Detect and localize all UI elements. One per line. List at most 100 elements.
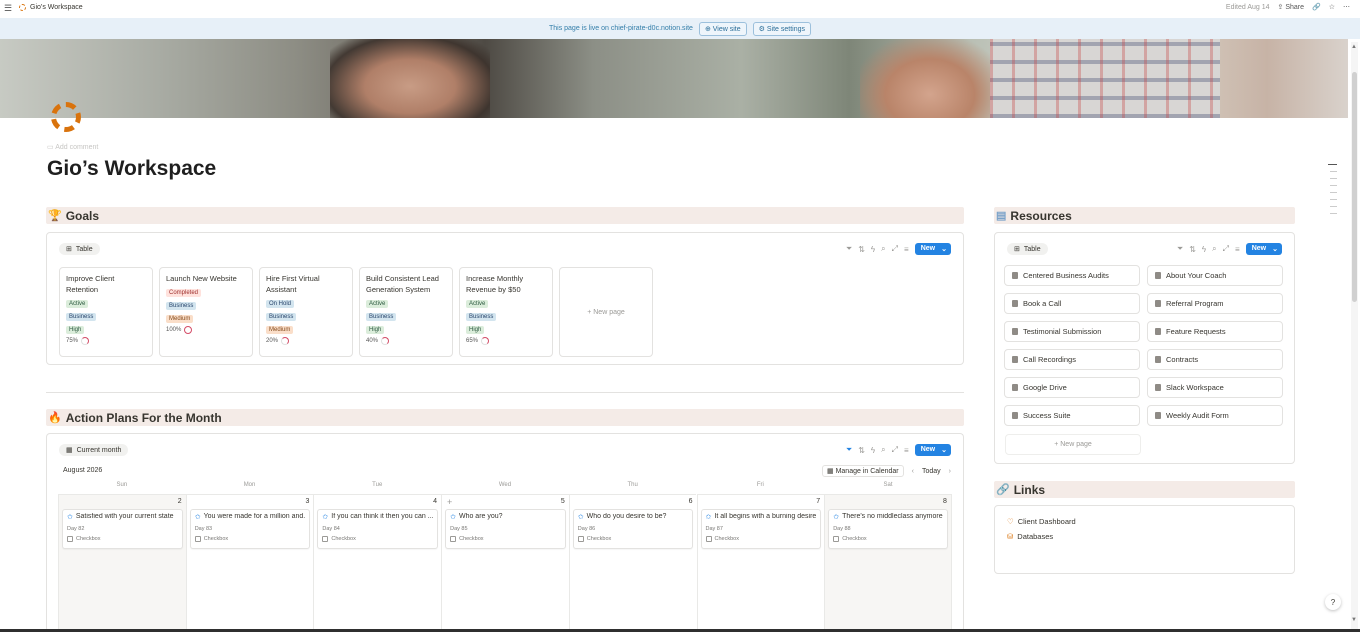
goals-new-button[interactable]: New ⌄ [914, 243, 951, 255]
resource-card[interactable]: Book a Call [1004, 293, 1140, 314]
calendar-event[interactable]: ✩ Who are you? Day 85 Checkbox [445, 509, 566, 549]
star-icon[interactable]: ☆ [1329, 3, 1335, 11]
calendar-event[interactable]: ✩ It all begins with a burning desire Day … [700, 509, 822, 549]
event-checkbox[interactable]: Checkbox [833, 536, 943, 542]
manage-calendar-button[interactable]: ▦ Manage in Calendar [822, 465, 904, 477]
page-icon [1012, 412, 1018, 419]
add-event-icon[interactable]: + [447, 497, 452, 507]
resource-card[interactable]: Referral Program [1147, 293, 1283, 314]
site-settings-label: Site settings [766, 25, 806, 33]
calendar-day-cell[interactable]: 8 ✩ There's no middleclass anymore Day 88 Ch… [824, 494, 952, 632]
search-icon[interactable]: ⌕ [881, 244, 885, 254]
calendar-view-tab[interactable]: ▦ Current month [59, 444, 129, 456]
scroll-down-icon[interactable]: ▼ [1351, 617, 1357, 623]
goal-card[interactable]: Improve Client Retention Active Business Hi… [59, 267, 153, 357]
resource-card[interactable]: Centered Business Audits [1004, 265, 1140, 286]
toc-line[interactable] [1330, 199, 1337, 200]
automation-icon[interactable]: ϟ [871, 446, 875, 455]
date-number: 3 [305, 498, 310, 505]
settings-icon[interactable]: ≡ [904, 245, 909, 254]
event-checkbox[interactable]: Checkbox [67, 536, 178, 542]
settings-icon[interactable]: ≡ [1235, 245, 1240, 254]
calendar-day-cell[interactable]: 3 ✩ You were made for a million and... Day … [185, 494, 314, 632]
calendar-day-cell[interactable]: 2 ✩ Satisfied with your current state Day 8… [58, 494, 186, 632]
filter-icon[interactable]: ⏷ [846, 445, 852, 455]
prev-month-icon[interactable]: ‹ [912, 468, 914, 475]
toc-line[interactable] [1330, 171, 1337, 172]
scrollbar-thumb[interactable] [1352, 72, 1357, 302]
next-month-icon[interactable]: › [949, 468, 951, 475]
search-icon[interactable]: ⌕ [1212, 244, 1216, 254]
site-settings-button[interactable]: ⚙ Site settings [752, 21, 812, 36]
link-icon[interactable]: 🔗 [1312, 3, 1321, 11]
breadcrumb[interactable]: Gio’s Workspace [19, 4, 83, 11]
goals-view-tab[interactable]: ⊞ Table [59, 243, 100, 255]
resources-new-page[interactable]: + New page [1005, 434, 1141, 455]
page-title[interactable]: Gio’s Workspace [47, 157, 216, 181]
calendar-day-cell[interactable]: 7 ✩ It all begins with a burning desire Day… [696, 494, 825, 632]
calendar-event[interactable]: ✩ If you can think it then you can ... Day… [317, 509, 439, 549]
view-site-button[interactable]: ⊕ View site [698, 21, 747, 36]
sort-icon[interactable]: ⇅ [858, 245, 865, 254]
resource-card[interactable]: Slack Workspace [1147, 377, 1283, 398]
expand-icon[interactable]: ⤢ [1223, 244, 1229, 254]
settings-icon[interactable]: ≡ [904, 446, 909, 455]
calendar-event[interactable]: ✩ There's no middleclass anymore Day 88 Che… [828, 509, 948, 549]
sort-icon[interactable]: ⇅ [1189, 245, 1196, 254]
event-checkbox[interactable]: Checkbox [194, 536, 306, 542]
resource-card[interactable]: Weekly Audit Form [1147, 405, 1283, 426]
goal-card[interactable]: Build Consistent Lead Generation System A… [359, 267, 453, 357]
expand-icon[interactable]: ⤢ [892, 445, 898, 455]
filter-icon[interactable]: ⏷ [1177, 244, 1183, 254]
calendar-icon: ▦ [66, 447, 73, 454]
toc-line[interactable] [1330, 206, 1337, 207]
resources-view-tab[interactable]: ⊞ Table [1007, 243, 1048, 255]
event-checkbox[interactable]: Checkbox [705, 536, 817, 542]
toc-line[interactable] [1328, 164, 1337, 165]
search-icon[interactable]: ⌕ [881, 445, 885, 455]
expand-icon[interactable]: ⤢ [892, 244, 898, 254]
goal-card[interactable]: Hire First Virtual Assistant On Hold Busin… [259, 267, 353, 357]
toc-line[interactable] [1330, 213, 1337, 214]
automation-icon[interactable]: ϟ [871, 245, 875, 254]
resource-card[interactable]: About Your Coach [1147, 265, 1283, 286]
calendar-day-cell[interactable]: 4 ✩ If you can think it then you can ... Da… [313, 494, 442, 632]
page-icon[interactable] [51, 102, 81, 132]
filter-icon[interactable]: ⏷ [846, 244, 852, 254]
page-icon [1155, 328, 1161, 335]
automation-icon[interactable]: ϟ [1202, 245, 1206, 254]
add-comment-label: Add comment [55, 144, 99, 151]
resources-new-button[interactable]: New ⌄ [1245, 243, 1282, 255]
resource-card[interactable]: Success Suite [1004, 405, 1140, 426]
toc-line[interactable] [1330, 178, 1337, 179]
resource-card[interactable]: Contracts [1147, 349, 1283, 370]
help-button[interactable]: ? [1325, 594, 1341, 610]
goals-new-page[interactable]: + New page [559, 267, 653, 357]
resource-card[interactable]: Google Drive [1004, 377, 1140, 398]
toc-line[interactable] [1330, 192, 1337, 193]
link-client-dashboard[interactable]: ♡ Client Dashboard [1007, 517, 1076, 526]
calendar-event[interactable]: ✩ Who do you desire to be? Day 86 Checkbox [572, 509, 694, 549]
goal-card[interactable]: Launch New Website Completed Business Mediu… [159, 267, 253, 357]
event-checkbox[interactable]: Checkbox [322, 536, 433, 542]
resource-card[interactable]: Testimonial Submission [1004, 321, 1140, 342]
add-comment-button[interactable]: ▭ Add comment [47, 143, 98, 151]
today-button[interactable]: Today [922, 468, 941, 475]
calendar-day-cell[interactable]: 5 ✩ Who are you? Day 85 Checkbox [441, 494, 569, 632]
more-icon[interactable]: ⋯ [1343, 3, 1350, 11]
calendar-event[interactable]: ✩ You were made for a million and... Day 8… [189, 509, 311, 549]
resource-card[interactable]: Feature Requests [1147, 321, 1283, 342]
share-button[interactable]: ⇪ Share [1278, 3, 1305, 11]
calendar-new-button[interactable]: New ⌄ [914, 444, 951, 456]
toc-line[interactable] [1330, 185, 1337, 186]
sort-icon[interactable]: ⇅ [858, 446, 865, 455]
event-checkbox[interactable]: Checkbox [577, 536, 689, 542]
goal-card[interactable]: Increase Monthly Revenue by $50 Active Bus… [459, 267, 553, 357]
menu-icon[interactable]: ☰ [4, 3, 12, 14]
calendar-day-cell[interactable]: 6 ✩ Who do you desire to be? Day 86 Checkbox [568, 494, 697, 632]
resource-card[interactable]: Call Recordings [1004, 349, 1140, 370]
scroll-up-icon[interactable]: ▲ [1351, 44, 1357, 50]
calendar-event[interactable]: ✩ Satisfied with your current state Day 82… [62, 509, 183, 549]
event-checkbox[interactable]: Checkbox [450, 536, 561, 542]
link-databases[interactable]: ⛁ Databases [1007, 532, 1053, 541]
